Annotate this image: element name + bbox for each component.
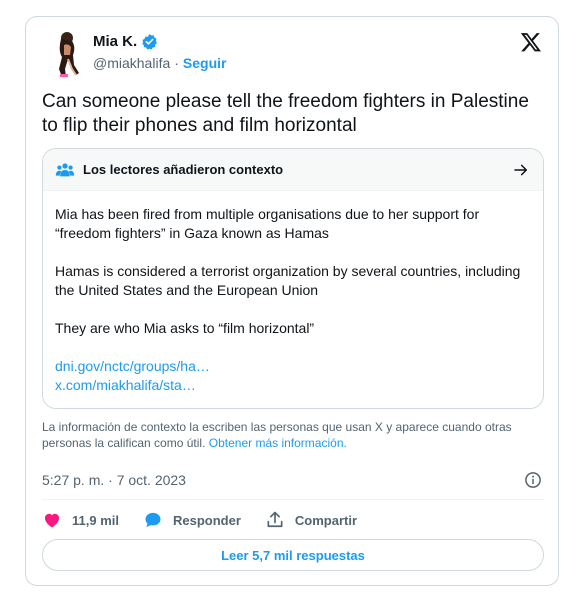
follow-link[interactable]: Seguir (183, 55, 227, 71)
note-paragraph: Mia has been fired from multiple organis… (55, 206, 480, 241)
author-name-row: Mia K. (93, 33, 158, 50)
tweet-text: Can someone please tell the freedom figh… (42, 91, 529, 136)
x-logo-icon[interactable] (520, 31, 542, 53)
note-paragraph: They are who Mia asks to “film horizonta… (55, 320, 315, 336)
note-source-links: dni.gov/nctc/groups/ha… x.com/miakhalifa… (55, 357, 531, 395)
handle-separator: · (174, 55, 179, 71)
note-source-link[interactable]: dni.gov/nctc/groups/ha… (55, 357, 531, 376)
tweet-timestamp[interactable]: 5:27 p. m. · 7 oct. 2023 (42, 472, 186, 488)
read-replies-button[interactable]: Leer 5,7 mil respuestas (42, 539, 544, 571)
reply-label: Responder (172, 512, 241, 528)
speech-bubble-icon (145, 512, 161, 528)
note-paragraph: Hamas is considered a terrorist organiza… (55, 263, 521, 298)
like-count: 11,9 mil (72, 512, 119, 528)
like-button[interactable]: 11,9 mil (42, 510, 119, 530)
avatar[interactable] (46, 29, 88, 79)
community-notes-header[interactable]: Los lectores añadieron contexto (43, 149, 543, 191)
info-icon[interactable] (524, 471, 542, 489)
verified-badge-icon (142, 34, 158, 50)
reply-button[interactable]: Responder (143, 510, 241, 530)
note-source-link[interactable]: x.com/miakhalifa/sta… (55, 376, 531, 395)
share-button[interactable]: Compartir (265, 510, 357, 530)
author-name[interactable]: Mia K. (93, 33, 137, 50)
learn-more-link[interactable]: Obtener más información. (209, 436, 347, 450)
tweet-header: Mia K. @miakhalifa · Seguir (26, 17, 558, 89)
arrow-right-icon[interactable] (513, 162, 529, 178)
divider (42, 499, 544, 500)
author-handle[interactable]: @miakhalifa (93, 55, 170, 71)
author-handle-row: @miakhalifa · Seguir (93, 55, 227, 71)
heart-icon (44, 513, 60, 528)
share-label: Compartir (294, 512, 358, 528)
action-bar: 11,9 mil Responder Compartir (42, 510, 381, 530)
notes-disclaimer: La información de contexto la escriben l… (42, 419, 547, 451)
share-icon (267, 511, 283, 528)
tweet-embed-card: Mia K. @miakhalifa · Seguir Can someone … (25, 16, 559, 586)
community-notes-title: Los lectores añadieron contexto (83, 162, 284, 177)
community-notes-box[interactable]: Los lectores añadieron contexto Mia has … (42, 148, 544, 409)
community-notes-body: Mia has been fired from multiple organis… (43, 191, 543, 395)
community-notes-icon (55, 162, 75, 176)
